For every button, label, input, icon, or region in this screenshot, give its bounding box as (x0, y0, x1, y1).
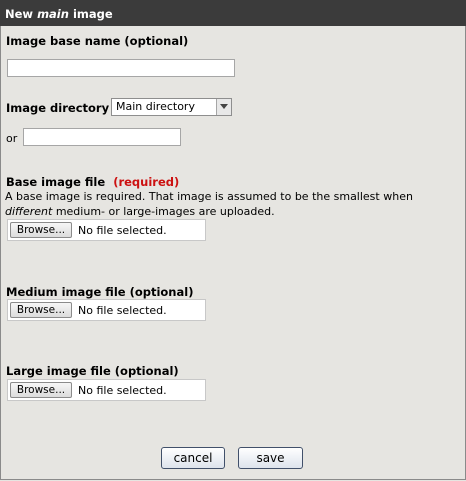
base-file-input[interactable]: Browse... No file selected. (7, 219, 206, 241)
panel-header: New main image (0, 0, 466, 26)
panel-title: New main image (5, 7, 113, 21)
base-browse-button[interactable]: Browse... (10, 222, 72, 238)
chevron-down-icon[interactable] (216, 99, 231, 115)
base-name-input[interactable] (7, 59, 235, 77)
medium-file-input[interactable]: Browse... No file selected. (7, 299, 206, 321)
or-label: or (6, 132, 18, 145)
large-file-input[interactable]: Browse... No file selected. (7, 379, 206, 401)
large-file-status: No file selected. (78, 384, 167, 397)
required-marker: (required) (113, 175, 180, 189)
cancel-button[interactable]: cancel (161, 447, 225, 469)
directory-select[interactable]: Main directory (111, 98, 232, 116)
medium-file-status: No file selected. (78, 304, 167, 317)
save-button[interactable]: save (238, 447, 303, 469)
large-browse-button[interactable]: Browse... (10, 382, 72, 398)
medium-browse-button[interactable]: Browse... (10, 302, 72, 318)
base-file-status: No file selected. (78, 224, 167, 237)
large-file-label: Large image file (optional) (6, 364, 179, 378)
directory-input[interactable] (23, 128, 181, 146)
base-file-description-line1: A base image is required. That image is … (5, 190, 413, 203)
base-name-label: Image base name (optional) (6, 34, 189, 48)
base-file-label: Base image file (required) (6, 175, 180, 189)
base-file-description-line2: different medium- or large-images are up… (5, 205, 275, 218)
directory-label: Image directory (6, 101, 110, 115)
medium-file-label: Medium image file (optional) (6, 285, 194, 299)
directory-selected-value: Main directory (116, 100, 195, 113)
